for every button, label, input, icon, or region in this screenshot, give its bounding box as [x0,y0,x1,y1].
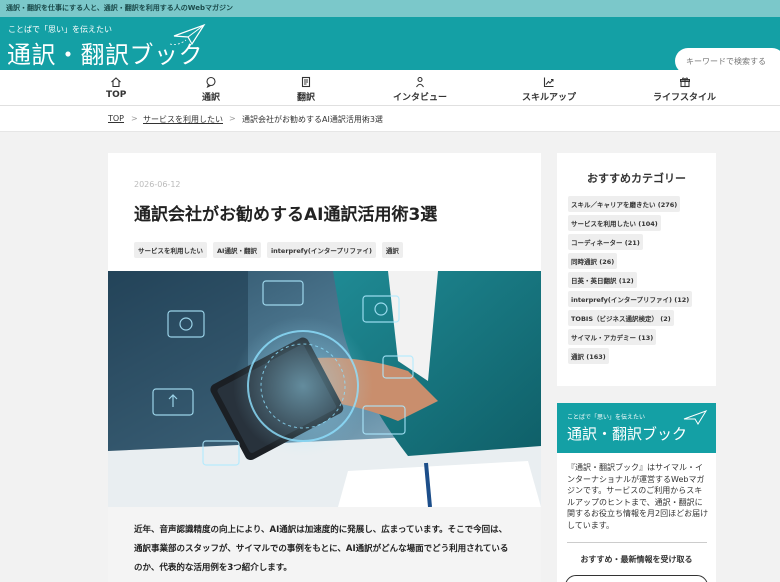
category-link[interactable]: interprefy(インタープリファイ) (12) [568,291,693,307]
home-icon [111,77,122,88]
divider [567,542,707,543]
article-tags: サービスを利用したい AI通訳・翻訳 interprefy(インタープリファイ) 通訳 [134,238,409,258]
nav-label: インタビュー [393,93,448,103]
category-link[interactable]: コーディネーター (21) [568,234,643,250]
nav-label: 翻訳 [297,93,316,103]
breadcrumb-home-link[interactable]: TOP [108,114,124,123]
person-icon [416,76,424,88]
site-header: ことばで「思い」を伝えたい 通訳・翻訳ブック [0,17,780,74]
gift-icon [679,77,690,88]
category-link[interactable]: 同時通訳 (26) [568,253,618,269]
about-description: 『通訳・翻訳ブック』はサイマル・インターナショナルが運営するWebマガジンです。… [567,463,709,530]
category-link[interactable]: 日英・英日翻訳 (12) [568,272,637,288]
nav-label: スキルアップ [522,93,577,103]
article-title: 通訳会社がお勧めするAI通訳活用術3選 [134,205,438,225]
breadcrumb-separator: > [229,114,236,123]
nav-item-skillup[interactable]: スキルアップ [522,76,576,103]
nav-item-lifestyle[interactable]: ライフスタイル [653,76,716,103]
about-logo-banner: ことばで「思い」を伝えたい 通訳・翻訳ブック [557,403,716,453]
paper-plane-icon [683,410,708,425]
paper-plane-icon [169,23,206,46]
logo-subtitle: ことばで「思い」を伝えたい [8,25,112,34]
chart-up-icon [543,77,554,88]
tag-link[interactable]: interprefy(インタープリファイ) [266,242,376,258]
nav-item-interpretation[interactable]: 通訳 [202,76,220,103]
breadcrumb-category-link[interactable]: サービスを利用したい [143,114,223,125]
intro-text: 近年、音声認識精度の向上により、AI通訳は加速度的に発展し、広まっています。そこ… [134,525,509,573]
category-link[interactable]: 通訳 (163) [568,348,609,364]
tag-link[interactable]: 通訳 [381,242,403,258]
category-link[interactable]: サイマル・アカデミー (13) [568,329,657,345]
nav-item-translation[interactable]: 翻訳 [297,76,315,103]
subscribe-label: おすすめ・最新情報を受け取る [580,555,693,564]
recommended-categories: おすすめカテゴリー スキル／キャリアを磨きたい (276) サービスを利用したい… [557,153,716,386]
nav-label: ライフスタイル [653,93,717,103]
nav-label: TOP [106,90,127,100]
breadcrumb: TOP > サービスを利用したい > 通訳会社がお勧めするAI通訳活用術3選 [0,106,780,132]
article-date: 2026-06-12 [134,180,181,189]
top-tagline-bar: 通訳・翻訳を仕事にする人と、通訳・翻訳を利用する人のWebマガジン [0,0,780,17]
article-card: 2026-06-12 通訳会社がお勧めするAI通訳活用術3選 サービスを利用した… [108,153,541,582]
category-link[interactable]: TOBIS（ビジネス通訳検定） (2) [568,310,674,326]
about-box: ことばで「思い」を伝えたい 通訳・翻訳ブック 『通訳・翻訳ブック』はサイマル・イ… [557,403,716,582]
about-logo: 通訳・翻訳ブック [567,425,688,443]
site-tagline: 通訳・翻訳を仕事にする人と、通訳・翻訳を利用する人のWebマガジン [6,4,234,12]
nav-item-interview[interactable]: インタビュー [393,76,447,103]
article-intro: 近年、音声認識精度の向上により、AI通訳は加速度的に発展し、広まっています。そこ… [108,507,541,582]
breadcrumb-separator: > [131,114,138,123]
search-input[interactable] [686,53,776,69]
main-nav: TOP 通訳 翻訳 インタビュー スキルアップ ライフスタイル [0,70,780,106]
article-hero-image [108,271,541,507]
chat-icon [206,76,216,88]
nav-label: 通訳 [202,93,221,103]
document-icon [301,76,311,88]
tag-link[interactable]: サービスを利用したい [134,242,207,258]
category-link[interactable]: スキル／キャリアを磨きたい (276) [568,196,681,212]
nav-item-top[interactable]: TOP [106,76,126,100]
breadcrumb-current: 通訳会社がお勧めするAI通訳活用術3選 [242,115,383,124]
tag-link[interactable]: AI通訳・翻訳 [213,242,261,258]
category-link[interactable]: サービスを利用したい (104) [568,215,661,231]
about-logo-subtitle: ことばで「思い」を伝えたい [567,414,646,421]
subscribe-button[interactable] [565,575,708,582]
sidebar-title: おすすめカテゴリー [587,172,686,185]
